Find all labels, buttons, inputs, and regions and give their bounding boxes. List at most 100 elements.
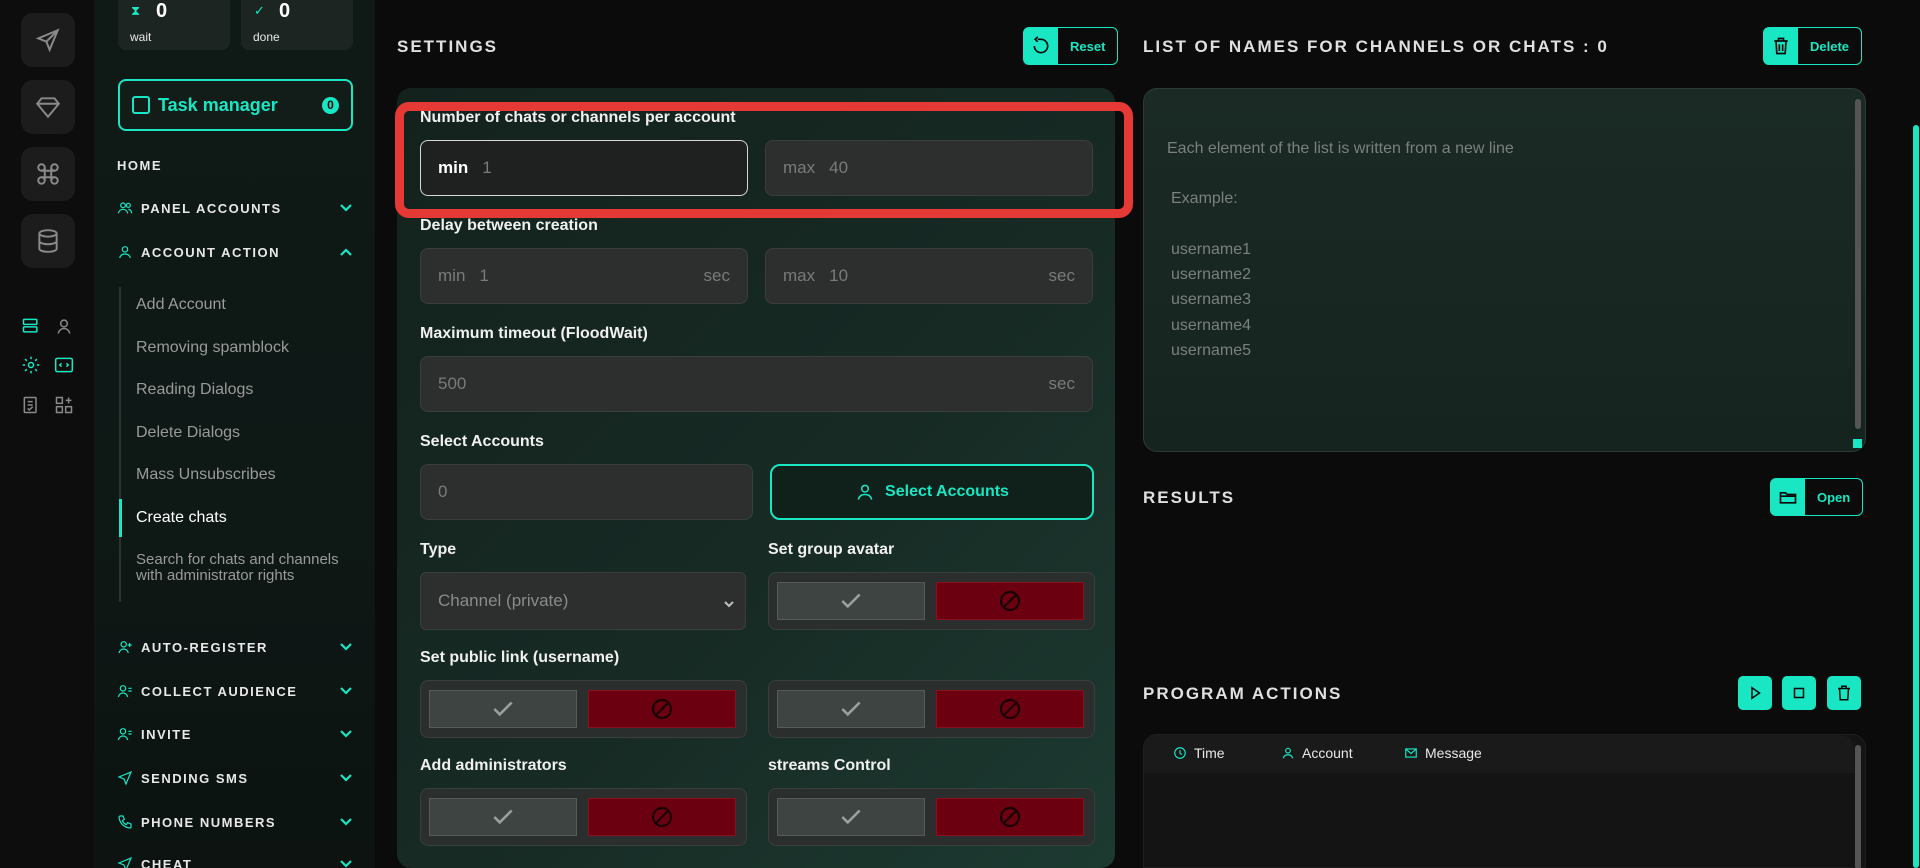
gear-icon[interactable] (20, 354, 42, 376)
nav-section-sending-sms[interactable]: SENDING SMS (117, 767, 353, 789)
public-link-disable-button[interactable] (588, 690, 736, 728)
log-scrollbar[interactable] (1855, 745, 1861, 868)
avatar-disable-button[interactable] (936, 582, 1084, 620)
stat-wait-value: 0 (156, 0, 168, 22)
trash-icon (1838, 685, 1850, 701)
user-icon (117, 244, 135, 260)
subnav-item-delete-dialogs[interactable]: Delete Dialogs (136, 425, 356, 441)
public-link-secondary-disable-button[interactable] (936, 690, 1084, 728)
subnav-active-indicator (119, 499, 122, 537)
check-icon (841, 701, 861, 717)
page-scrollbar[interactable] (1913, 125, 1919, 868)
chevron-down-icon (339, 201, 353, 215)
streams-enable-button[interactable] (777, 798, 925, 836)
delay-max-input[interactable]: max 10 sec (765, 248, 1093, 304)
subnav-item-reading-dialogs[interactable]: Reading Dialogs (136, 382, 356, 398)
stat-done: ✓ 0 done (241, 0, 353, 50)
open-button[interactable]: Open (1770, 478, 1864, 516)
admins-disable-button[interactable] (588, 798, 736, 836)
select-accounts-button[interactable]: Select Accounts (770, 464, 1094, 520)
log-column-message[interactable]: Message (1404, 745, 1482, 761)
subnav-item-mass-unsubscribes[interactable]: Mass Unsubscribes (136, 467, 356, 483)
delay-max-value: 10 (829, 266, 849, 285)
delay-max-unit: sec (1048, 266, 1075, 285)
streams-label: streams Control (768, 757, 891, 774)
send-icon[interactable] (21, 13, 75, 67)
admins-enable-button[interactable] (429, 798, 577, 836)
user-list-icon (117, 726, 135, 742)
nav-section-label: ACCOUNT ACTION (141, 244, 280, 260)
log-header: Time Account Message (1144, 735, 1854, 773)
user-plus-icon (117, 639, 135, 655)
database-icon[interactable] (21, 214, 75, 268)
delay-min-unit: sec (703, 266, 730, 285)
reset-button-label: Reset (1070, 38, 1106, 54)
subnav-item-add-account[interactable]: Add Account (136, 297, 356, 313)
accounts-count-field[interactable]: 0 (420, 464, 753, 520)
checklist-icon[interactable] (20, 394, 42, 416)
stop-button[interactable] (1782, 676, 1816, 710)
timeout-input[interactable]: 500 sec (420, 356, 1093, 412)
user-icon (1282, 747, 1294, 759)
count-max-input[interactable]: max 40 (765, 140, 1093, 196)
check-icon (493, 809, 513, 825)
clear-log-button[interactable] (1827, 676, 1861, 710)
program-actions-title: PROGRAM ACTIONS (1143, 684, 1343, 703)
chevron-down-icon (723, 595, 735, 608)
nav-section-cheat[interactable]: CHEAT (117, 853, 353, 868)
nav-section-panel-accounts[interactable]: PANEL ACCOUNTS (117, 197, 353, 219)
subnav-item-search-admin-chats[interactable]: Search for chats and channels with admin… (136, 552, 356, 584)
public-link-label: Set public link (username) (420, 649, 620, 666)
nav-section-invite[interactable]: INVITE (117, 723, 353, 745)
log-column-account[interactable]: Account (1281, 745, 1353, 761)
nav-section-label: CHEAT (141, 856, 193, 868)
nav-section-auto-register[interactable]: AUTO-REGISTER (117, 636, 353, 658)
public-link-toggle (420, 680, 747, 738)
select-accounts-label: Select Accounts (885, 483, 1009, 500)
timeout-value: 500 (438, 374, 467, 393)
type-select[interactable]: Channel (private) (420, 572, 746, 630)
public-link-enable-button[interactable] (429, 690, 577, 728)
task-manager-button[interactable]: Task manager 0 (118, 79, 353, 131)
ban-icon (999, 806, 1021, 828)
diamond-icon[interactable] (21, 80, 75, 134)
stat-wait-label: wait (130, 30, 152, 44)
placeholder-line: Each element of the list is written from… (1167, 140, 1514, 157)
placeholder-line: username4 (1171, 317, 1252, 334)
reset-button[interactable]: Reset (1023, 27, 1119, 65)
settings-title: SETTINGS (397, 37, 499, 56)
names-textarea[interactable]: Each element of the list is written from… (1143, 88, 1866, 452)
log-column-time[interactable]: Time (1173, 745, 1225, 761)
timeout-label: Maximum timeout (FloodWait) (420, 325, 648, 342)
log-column-label: Account (1302, 745, 1353, 761)
public-link-secondary-enable-button[interactable] (777, 690, 925, 728)
location-user-icon[interactable] (53, 315, 75, 337)
count-min-input[interactable]: min 1 (420, 140, 748, 196)
nav-home[interactable]: HOME (117, 158, 162, 173)
nav-section-phone-numbers[interactable]: PHONE NUMBERS (117, 811, 353, 833)
accounts-count-value: 0 (438, 482, 448, 501)
avatar-enable-button[interactable] (777, 582, 925, 620)
resize-handle[interactable] (1853, 439, 1862, 448)
widgets-icon[interactable] (53, 394, 75, 416)
delete-button[interactable]: Delete (1763, 27, 1863, 65)
send-icon (117, 770, 135, 786)
chevron-down-icon (339, 815, 353, 829)
clock-icon (1174, 747, 1186, 759)
nav-section-account-action[interactable]: ACCOUNT ACTION (117, 241, 353, 263)
textarea-scrollbar[interactable] (1855, 99, 1861, 429)
nav-section-collect-audience[interactable]: COLLECT AUDIENCE (117, 680, 353, 702)
program-actions-log: Time Account Message (1143, 734, 1866, 868)
streams-disable-button[interactable] (936, 798, 1084, 836)
play-button[interactable] (1738, 676, 1772, 710)
delay-min-input[interactable]: min 1 sec (420, 248, 748, 304)
settings-panel: Number of chats or channels per account … (397, 88, 1115, 868)
stat-wait: ⧗ 0 wait (118, 0, 230, 50)
command-icon[interactable] (21, 147, 75, 201)
subnav-item-create-chats[interactable]: Create chats (136, 510, 356, 526)
subnav-item-removing-spamblock[interactable]: Removing spamblock (136, 340, 356, 356)
stat-done-value: 0 (279, 0, 291, 22)
placeholder-line: username5 (1171, 342, 1252, 359)
code-window-icon[interactable] (53, 354, 75, 376)
server-list-icon[interactable] (20, 315, 42, 337)
